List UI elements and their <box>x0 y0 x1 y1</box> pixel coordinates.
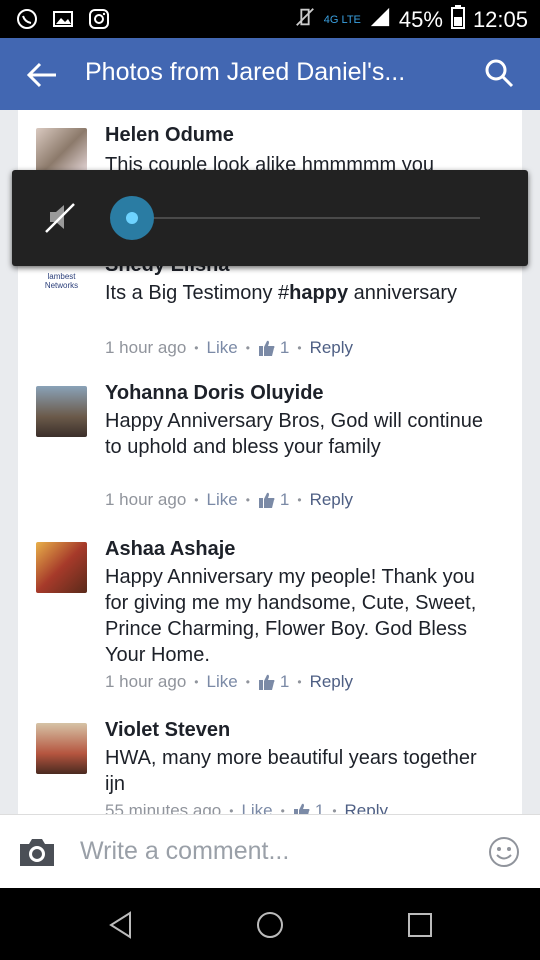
like-button[interactable]: Like <box>207 490 238 510</box>
like-count: 1 <box>258 672 289 692</box>
comment-composer: Write a comment... <box>0 814 540 888</box>
like-button[interactable]: Like <box>207 338 238 358</box>
thumbs-up-icon <box>258 674 275 690</box>
avatar[interactable] <box>36 386 87 437</box>
battery-icon <box>450 5 465 35</box>
like-button[interactable]: Like <box>241 801 272 814</box>
comment-author[interactable]: Helen Odume <box>105 124 234 147</box>
volume-panel <box>12 170 528 266</box>
nav-recents-icon[interactable] <box>405 910 435 940</box>
thumbs-up-icon <box>258 492 275 508</box>
avatar[interactable] <box>36 542 87 593</box>
comment-text: Happy Anniversary Bros, God will continu… <box>105 410 483 458</box>
comment-input[interactable]: Write a comment... <box>80 837 289 866</box>
nav-back-icon[interactable] <box>106 910 136 940</box>
search-icon[interactable] <box>484 58 514 88</box>
comment-time: 1 hour ago <box>105 672 187 691</box>
comment-author[interactable]: Ashaa Ashaje <box>105 538 235 561</box>
status-bar: 4G LTE 45% 12:05 <box>0 0 540 38</box>
avatar[interactable]: lambest Networks <box>36 268 87 319</box>
battery-percent: 45% <box>398 7 443 32</box>
avatar[interactable] <box>36 723 87 774</box>
like-count: 1 <box>293 801 324 814</box>
comment-text: Its a Big Testimony #happy anniversary <box>105 282 458 304</box>
whatsapp-icon <box>16 8 38 30</box>
comment-text: Happy Anniversary my people! Thank you f… <box>105 566 477 666</box>
clock: 12:05 <box>472 7 528 32</box>
comment-text: HWA, many more beautiful years together … <box>105 747 477 795</box>
comment-meta: 1 hour ago • Like • 1 • Reply <box>105 338 354 358</box>
reply-button[interactable]: Reply <box>310 672 353 692</box>
app-bar: Photos from Jared Daniel's... <box>0 38 540 110</box>
comment-author[interactable]: Yohanna Doris Oluyide <box>105 382 324 405</box>
page-title: Photos from Jared Daniel's... <box>85 58 406 86</box>
volume-slider-track[interactable] <box>132 217 480 219</box>
volume-slider-handle[interactable] <box>110 196 154 240</box>
like-count: 1 <box>258 338 289 358</box>
reply-button[interactable]: Reply <box>310 338 353 358</box>
reply-button[interactable]: Reply <box>310 490 353 510</box>
like-count: 1 <box>258 490 289 510</box>
thumbs-up-icon <box>293 803 310 814</box>
comment-author[interactable]: Violet Steven <box>105 719 230 742</box>
comment-meta: 1 hour ago • Like • 1 • Reply <box>105 490 354 510</box>
reply-button[interactable]: Reply <box>345 801 388 814</box>
instagram-icon <box>88 8 110 30</box>
smiley-icon[interactable] <box>488 836 520 868</box>
comment-meta: 1 hour ago • Like • 1 • Reply <box>105 672 354 692</box>
like-button[interactable]: Like <box>207 672 238 692</box>
mute-icon[interactable] <box>44 200 78 234</box>
system-nav-bar <box>0 888 540 960</box>
nav-home-icon[interactable] <box>255 910 285 940</box>
comment-meta: 55 minutes ago • Like • 1 • Reply <box>105 801 388 814</box>
comment-time: 1 hour ago <box>105 338 187 357</box>
gallery-icon <box>52 8 74 30</box>
back-arrow-icon[interactable] <box>26 60 58 90</box>
signal-icon <box>369 6 391 34</box>
vibrate-off-icon <box>294 6 316 34</box>
network-indicator: 4G LTE <box>323 13 361 26</box>
thumbs-up-icon <box>258 340 275 356</box>
comment-time: 1 hour ago <box>105 490 187 509</box>
camera-icon[interactable] <box>18 836 56 868</box>
comment-time: 55 minutes ago <box>105 801 222 814</box>
